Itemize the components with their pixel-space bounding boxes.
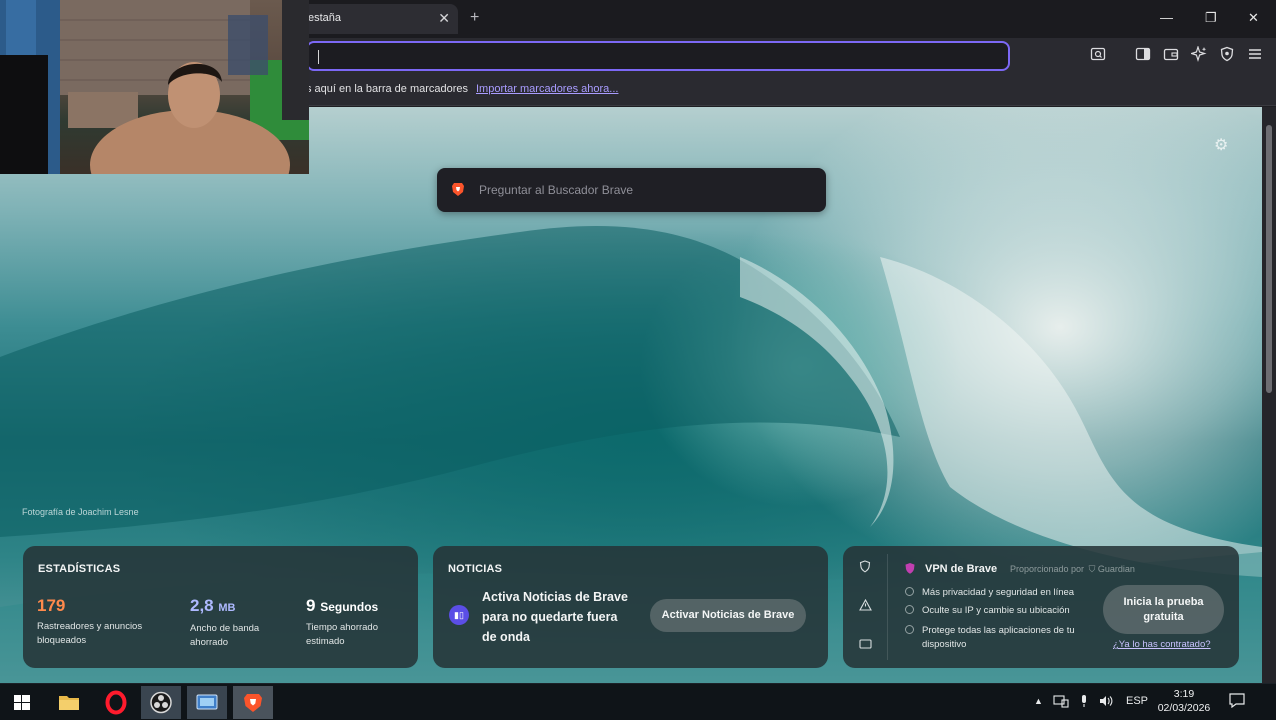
brave-search-box[interactable]: Preguntar al Buscador Brave <box>437 168 826 212</box>
shield-icon[interactable] <box>858 560 872 574</box>
trackers-label-1: Rastreadores y anuncios <box>37 621 143 632</box>
microphone-icon[interactable] <box>1079 694 1089 712</box>
news-message: Activa Noticias de Brave para no quedart… <box>482 590 628 644</box>
vpn-provider-name: Guardian <box>1097 564 1135 574</box>
minimize-button[interactable]: — <box>1160 10 1173 26</box>
vpn-feature-continued: dispositivo <box>922 639 967 650</box>
enable-news-button[interactable]: Activar Noticias de Brave <box>650 599 806 632</box>
vpn-logo-icon <box>905 563 915 574</box>
new-tab-button[interactable]: + <box>470 9 479 27</box>
system-clock[interactable]: 3:19 02/03/2026 <box>1156 687 1212 715</box>
brave-shields-icon[interactable] <box>1218 46 1236 64</box>
check-icon <box>905 625 914 634</box>
time-saved-stat: 9 Segundos Tiempo ahorrado estimado <box>306 596 378 649</box>
webcam-feed-image <box>0 0 309 174</box>
scrollbar-thumb[interactable] <box>1266 125 1272 393</box>
page-scrollbar[interactable] <box>1262 107 1276 683</box>
sidebar-icon[interactable] <box>1134 46 1152 64</box>
brave-browser-icon[interactable] <box>233 686 273 719</box>
bandwidth-stat: 2,8 MB Ancho de banda ahorrado <box>190 596 259 650</box>
check-icon <box>905 605 914 614</box>
time-label-1: Tiempo ahorrado <box>306 622 378 633</box>
time-value: 9 <box>306 596 316 615</box>
time-label-2: estimado <box>306 636 345 647</box>
clock-time: 3:19 <box>1173 688 1195 700</box>
screen: estaña ✕ + — ❐ ✕ s aquí en la barra de m… <box>0 0 1276 720</box>
windows-taskbar: ▲ ESP 3:19 02/03/2026 <box>0 683 1276 720</box>
screen-app-icon[interactable] <box>187 686 227 719</box>
vpn-card: VPN de Brave Proporcionado por ⛉ Guardia… <box>843 546 1239 668</box>
news-icon: ▮▯ <box>449 605 469 625</box>
import-bookmarks-link[interactable]: Importar marcadores ahora... <box>476 83 618 95</box>
ticket-icon[interactable] <box>858 639 872 653</box>
browser-tab[interactable]: estaña ✕ <box>300 4 458 34</box>
news-title: NOTICIAS <box>448 563 503 575</box>
volume-icon[interactable] <box>1098 694 1114 712</box>
guardian-logo-icon: ⛉ <box>1088 564 1096 574</box>
text-caret <box>318 50 319 64</box>
webcam-overlay <box>0 0 309 174</box>
notifications-icon[interactable] <box>1228 692 1246 712</box>
trackers-value: 179 <box>37 596 66 615</box>
trackers-label-2: bloqueados <box>37 635 87 646</box>
warning-icon[interactable] <box>858 598 872 613</box>
vpn-feature: Más privacidad y seguridad en línea <box>905 586 1074 599</box>
language-indicator[interactable]: ESP <box>1126 694 1148 708</box>
already-purchased-link[interactable]: ¿Ya lo has contratado? <box>1113 639 1211 650</box>
opera-icon[interactable] <box>96 686 136 719</box>
tray-expand-icon[interactable]: ▲ <box>1034 694 1043 708</box>
obs-studio-icon[interactable] <box>141 686 181 719</box>
settings-gear-icon[interactable]: ⚙ <box>1214 137 1228 155</box>
new-tab-page: ⚙ Fotografía de Joachim Lesne Preguntar … <box>0 107 1262 683</box>
network-icon[interactable] <box>1053 694 1069 712</box>
address-bar[interactable] <box>306 41 1010 71</box>
vpn-feature: Oculte su IP y cambie su ubicación <box>905 604 1070 617</box>
bandwidth-unit: MB <box>218 602 236 614</box>
wallet-icon[interactable] <box>1162 46 1180 64</box>
maximize-button[interactable]: ❐ <box>1205 10 1217 26</box>
reader-mode-icon[interactable] <box>1089 46 1107 64</box>
check-icon <box>905 587 914 596</box>
menu-icon[interactable] <box>1246 46 1264 64</box>
file-explorer-icon[interactable] <box>49 686 89 719</box>
vpn-title: VPN de Brave <box>925 563 998 575</box>
tab-title: estaña <box>308 12 342 24</box>
clock-date: 02/03/2026 <box>1157 702 1211 714</box>
vpn-rail-divider <box>887 554 888 660</box>
vpn-feature: Protege todas las aplicaciones de tu <box>905 624 1075 637</box>
photo-credit[interactable]: Fotografía de Joachim Lesne <box>22 507 139 517</box>
brave-logo-icon <box>452 183 464 196</box>
tab-close-icon[interactable]: ✕ <box>438 10 450 26</box>
time-unit: Segundos <box>320 600 379 614</box>
windows-start-icon[interactable] <box>2 686 42 719</box>
search-placeholder: Preguntar al Buscador Brave <box>479 183 634 197</box>
stats-card: ESTADÍSTICAS 179 Rastreadores y anuncios… <box>23 546 418 668</box>
leo-ai-icon[interactable] <box>1189 45 1208 64</box>
vpn-provider-label: Proporcionado por ⛉ Guardian <box>1010 564 1135 574</box>
bandwidth-value: 2,8 <box>190 596 214 615</box>
bookmarks-hint: s aquí en la barra de marcadores <box>306 83 469 95</box>
stats-title: ESTADÍSTICAS <box>38 563 121 575</box>
trackers-stat: 179 Rastreadores y anuncios bloqueados <box>37 596 142 648</box>
bandwidth-label-1: Ancho de banda <box>190 623 260 634</box>
close-window-button[interactable]: ✕ <box>1248 10 1259 26</box>
start-trial-button[interactable]: Inicia la prueba gratuita <box>1103 585 1224 634</box>
bandwidth-label-2: ahorrado <box>190 637 229 648</box>
news-card: NOTICIAS ▮▯ Activa Noticias de Brave par… <box>433 546 828 668</box>
